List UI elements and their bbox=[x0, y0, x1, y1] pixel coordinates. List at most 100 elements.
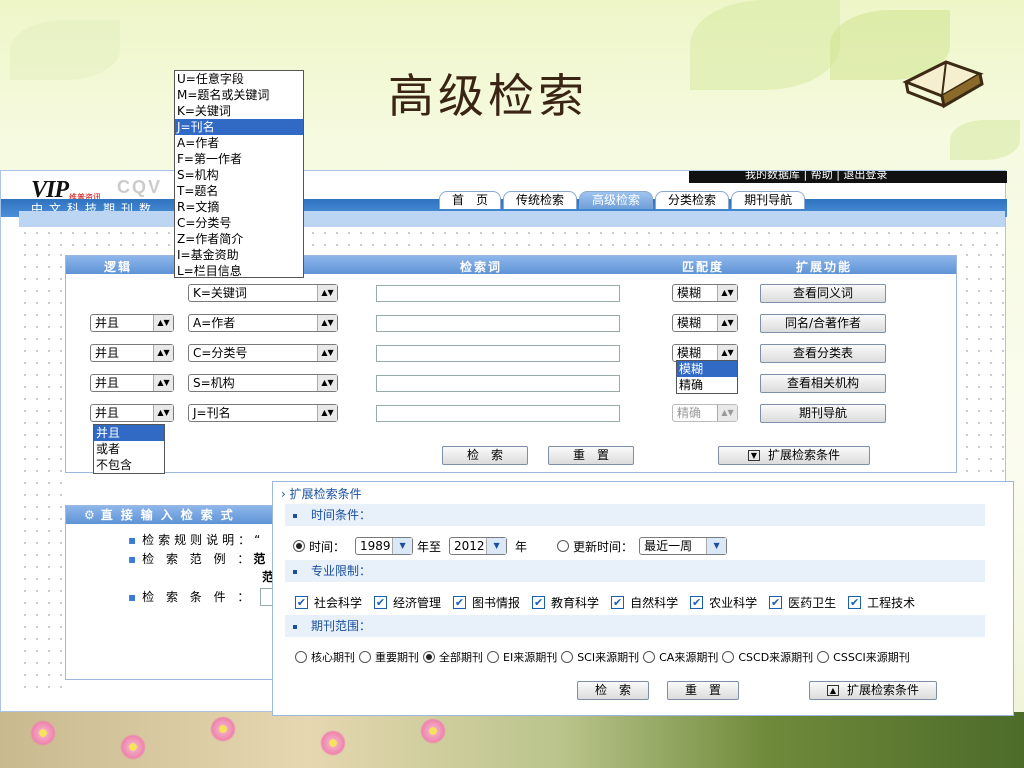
field-option[interactable]: I=基金资助 bbox=[175, 247, 303, 263]
logic-option[interactable]: 并且 bbox=[94, 425, 164, 441]
journal-section-header: 期刊范围： bbox=[285, 615, 985, 637]
journal-row: 核心期刊 重要期刊 全部期刊 EI来源期刊 SCI来源期刊 CA来源期刊 CSC… bbox=[295, 649, 910, 665]
logic-option[interactable]: 或者 bbox=[94, 441, 164, 457]
match-dropdown-list[interactable]: 模糊 精确 bbox=[676, 360, 738, 394]
field-dropdown-list[interactable]: U=任意字段 M=题名或关键词 K=关键词 J=刊名 A=作者 F=第一作者 S… bbox=[174, 70, 304, 278]
field-select[interactable]: J=刊名 ▲▼ bbox=[188, 404, 338, 422]
field-option[interactable]: F=第一作者 bbox=[175, 151, 303, 167]
tab-advanced-search[interactable]: 高级检索 bbox=[579, 191, 654, 209]
field-option[interactable]: S=机构 bbox=[175, 167, 303, 183]
checkbox-icon[interactable]: ✔ bbox=[453, 596, 467, 609]
logic-select[interactable]: 并且 ▲▼ bbox=[90, 314, 174, 332]
journal-radio[interactable] bbox=[722, 651, 735, 663]
from-year-select[interactable]: 1989 ▼ bbox=[355, 537, 414, 555]
journal-label: SCI来源期刊 bbox=[577, 651, 640, 664]
coauthor-button[interactable]: 同名/合著作者 bbox=[760, 314, 886, 333]
expand-conditions-button[interactable]: ▼ 扩展检索条件 bbox=[718, 446, 870, 465]
term-input[interactable] bbox=[376, 345, 620, 362]
leaf-decoration bbox=[950, 120, 1020, 160]
match-option[interactable]: 模糊 bbox=[677, 361, 737, 377]
field-option[interactable]: M=题名或关键词 bbox=[175, 87, 303, 103]
collapse-conditions-button[interactable]: ▲ 扩展检索条件 bbox=[809, 681, 937, 700]
field-select[interactable]: S=机构 ▲▼ bbox=[188, 374, 338, 392]
user-links[interactable]: 我的数据库 | 帮助 | 退出登录 bbox=[689, 171, 1007, 183]
match-select[interactable]: 精确 ▲▼ bbox=[672, 404, 738, 422]
update-time-select[interactable]: 最近一周 ▼ bbox=[639, 537, 728, 555]
tab-traditional-search[interactable]: 传统检索 bbox=[503, 191, 578, 209]
chevron-right-icon: › bbox=[281, 487, 286, 501]
journal-radio[interactable] bbox=[643, 651, 656, 663]
time-range-radio[interactable] bbox=[293, 540, 305, 552]
rule-description: ▪ 检索规则说明：“ bbox=[128, 533, 265, 547]
tab-category-search[interactable]: 分类检索 bbox=[655, 191, 730, 209]
term-input[interactable] bbox=[376, 405, 620, 422]
checkbox-icon[interactable]: ✔ bbox=[532, 596, 546, 609]
to-year-select[interactable]: 2012 ▼ bbox=[449, 537, 508, 555]
logic-option[interactable]: 不包含 bbox=[94, 457, 164, 473]
cqvip-logo: CQV bbox=[117, 177, 163, 197]
field-option[interactable]: K=关键词 bbox=[175, 103, 303, 119]
time-section-header: 时间条件： bbox=[285, 504, 985, 526]
tab-journal-nav[interactable]: 期刊导航 bbox=[731, 191, 806, 209]
journal-nav-button[interactable]: 期刊导航 bbox=[760, 404, 886, 423]
advanced-search-form: 逻辑 检索词 匹配度 扩展功能 K=关键词 ▲▼ 模糊 ▲▼ 查看同义词 并且 ▲▼ … bbox=[65, 255, 957, 474]
gear-icon: ⚙ bbox=[84, 508, 95, 522]
journal-label: 全部期刊 bbox=[439, 651, 483, 664]
journal-radio[interactable] bbox=[817, 651, 830, 663]
field-option[interactable]: C=分类号 bbox=[175, 215, 303, 231]
update-time-label: 更新时间： bbox=[573, 539, 634, 554]
subject-label: 农业科学 bbox=[709, 596, 758, 610]
expanded-panel-title: › 扩展检索条件 bbox=[281, 487, 362, 501]
field-select[interactable]: C=分类号 ▲▼ bbox=[188, 344, 338, 362]
subject-label: 社会科学 bbox=[314, 596, 363, 610]
expand-up-icon: ▲ bbox=[826, 685, 839, 696]
match-select[interactable]: 模糊 ▲▼ bbox=[672, 314, 738, 332]
checkbox-icon[interactable]: ✔ bbox=[690, 596, 704, 609]
subject-label: 图书情报 bbox=[472, 596, 521, 610]
term-input[interactable] bbox=[376, 375, 620, 392]
subject-label: 医药卫生 bbox=[788, 596, 837, 610]
dotted-background bbox=[961, 249, 1005, 479]
match-select[interactable]: 模糊 ▲▼ bbox=[672, 284, 738, 302]
journal-radio[interactable] bbox=[295, 651, 307, 663]
category-table-button[interactable]: 查看分类表 bbox=[760, 344, 886, 363]
time-row: 时间： 1989 ▼ 年至 2012 ▼ 年 更新时间： 最近一周 ▼ bbox=[293, 537, 728, 555]
checkbox-icon[interactable]: ✔ bbox=[769, 596, 783, 609]
field-select[interactable]: K=关键词 ▲▼ bbox=[188, 284, 338, 302]
search-condition-label: ▪ 检 索 条 件 ： bbox=[128, 590, 254, 604]
logic-select[interactable]: 并且 ▲▼ bbox=[90, 374, 174, 392]
checkbox-icon[interactable]: ✔ bbox=[374, 596, 388, 609]
checkbox-icon[interactable]: ✔ bbox=[848, 596, 862, 609]
logic-select[interactable]: 并且 ▲▼ bbox=[90, 344, 174, 362]
field-option[interactable]: T=题名 bbox=[175, 183, 303, 199]
journal-radio[interactable] bbox=[359, 651, 371, 663]
related-org-button[interactable]: 查看相关机构 bbox=[760, 374, 886, 393]
journal-radio[interactable] bbox=[423, 651, 435, 663]
logic-dropdown-list[interactable]: 并且 或者 不包含 bbox=[93, 424, 165, 474]
tab-home[interactable]: 首 页 bbox=[439, 191, 502, 209]
update-time-radio[interactable] bbox=[557, 540, 570, 552]
journal-radio[interactable] bbox=[487, 651, 499, 663]
journal-label: CSCD来源期刊 bbox=[738, 651, 814, 664]
main-nav: 首 页 传统检索 高级检索 分类检索 期刊导航 bbox=[439, 191, 806, 211]
field-option[interactable]: Z=作者简介 bbox=[175, 231, 303, 247]
synonym-button[interactable]: 查看同义词 bbox=[760, 284, 886, 303]
field-select[interactable]: A=作者 ▲▼ bbox=[188, 314, 338, 332]
field-option[interactable]: L=栏目信息 bbox=[175, 263, 303, 279]
reset-button[interactable]: 重 置 bbox=[548, 446, 634, 465]
search-button[interactable]: 检 索 bbox=[577, 681, 649, 700]
subject-label: 教育科学 bbox=[551, 596, 600, 610]
checkbox-icon[interactable]: ✔ bbox=[295, 596, 308, 609]
term-input[interactable] bbox=[376, 315, 620, 332]
term-input[interactable] bbox=[376, 285, 620, 302]
logic-select[interactable]: 并且 ▲▼ bbox=[90, 404, 174, 422]
field-option[interactable]: R=文摘 bbox=[175, 199, 303, 215]
search-button[interactable]: 检 索 bbox=[442, 446, 528, 465]
reset-button[interactable]: 重 置 bbox=[667, 681, 739, 700]
field-option[interactable]: U=任意字段 bbox=[175, 71, 303, 87]
field-option[interactable]: J=刊名 bbox=[175, 119, 303, 135]
field-option[interactable]: A=作者 bbox=[175, 135, 303, 151]
journal-radio[interactable] bbox=[561, 651, 574, 663]
match-option[interactable]: 精确 bbox=[677, 377, 737, 393]
checkbox-icon[interactable]: ✔ bbox=[611, 596, 625, 609]
